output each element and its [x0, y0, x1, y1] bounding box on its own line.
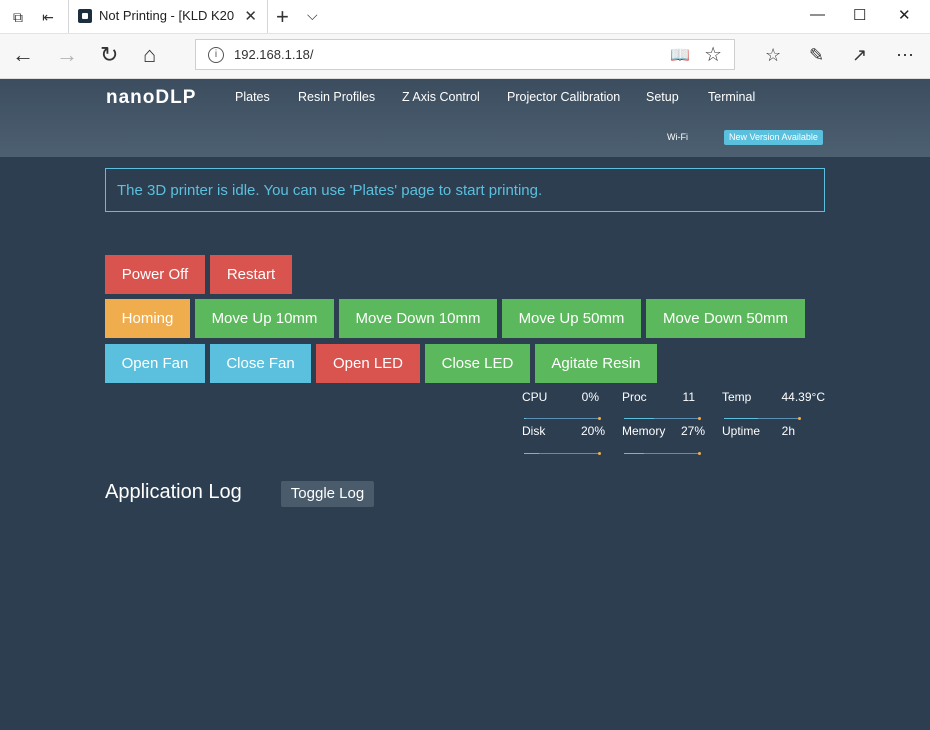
temp-value: 44.39°C: [781, 390, 826, 404]
proc-value: 11: [682, 390, 695, 404]
chevron-down-icon[interactable]: ⌵: [307, 7, 318, 24]
status-alert: The 3D printer is idle. You can use 'Pla…: [105, 168, 825, 212]
uptime-value: 2h: [781, 424, 795, 438]
temp-bar: [724, 417, 801, 420]
back-icon[interactable]: ←: [12, 43, 34, 67]
home-icon[interactable]: ⌂: [143, 43, 156, 67]
nav-z-axis-control[interactable]: Z Axis Control: [402, 90, 480, 104]
open-led-button[interactable]: Open LED: [316, 344, 420, 383]
minimize-icon[interactable]: —: [810, 6, 825, 23]
forward-icon[interactable]: →: [56, 43, 78, 67]
status-message: The 3D printer is idle. You can use 'Pla…: [117, 182, 543, 199]
tab-title: Not Printing - [KLD K20: [99, 8, 235, 23]
nav-resin-profiles[interactable]: Resin Profiles: [298, 90, 375, 104]
cpu-value: 0%: [581, 390, 599, 404]
nav-projector-calibration[interactable]: Projector Calibration: [507, 90, 620, 104]
nanodlp-logo[interactable]: nanoDLP: [106, 87, 196, 109]
info-icon[interactable]: i: [208, 47, 224, 63]
memory-label: Memory: [622, 424, 666, 438]
nav-terminal[interactable]: Terminal: [708, 90, 755, 104]
more-icon[interactable]: ⋯: [896, 43, 914, 67]
url-text[interactable]: 192.168.1.18/: [234, 47, 314, 62]
memory-bar: [624, 452, 701, 455]
toggle-log-button[interactable]: Toggle Log: [281, 481, 374, 507]
new-tab-icon[interactable]: +: [276, 4, 289, 30]
move-down-10mm-button[interactable]: Move Down 10mm: [339, 299, 497, 338]
favorite-star-icon[interactable]: ☆: [704, 42, 722, 67]
disk-label: Disk: [522, 424, 546, 438]
favorites-icon[interactable]: ☆: [765, 43, 781, 67]
move-up-50mm-button[interactable]: Move Up 50mm: [502, 299, 641, 338]
tabs-aside-icon[interactable]: ⧉: [10, 9, 26, 25]
move-up-10mm-button[interactable]: Move Up 10mm: [195, 299, 334, 338]
pen-icon[interactable]: ✎: [809, 43, 824, 67]
refresh-icon[interactable]: ↻: [100, 43, 118, 67]
address-bar[interactable]: i 192.168.1.18/ 📖 ☆: [195, 39, 735, 70]
close-tab-icon[interactable]: ✕: [244, 7, 257, 25]
reading-view-icon[interactable]: 📖: [670, 45, 690, 65]
close-fan-button[interactable]: Close Fan: [210, 344, 311, 383]
nav-plates[interactable]: Plates: [235, 90, 270, 104]
new-version-badge[interactable]: New Version Available: [724, 130, 823, 145]
maximize-icon[interactable]: ☐: [853, 6, 866, 24]
disk-bar: [524, 452, 601, 455]
close-led-button[interactable]: Close LED: [425, 344, 530, 383]
power-off-button[interactable]: Power Off: [105, 255, 205, 294]
homing-button[interactable]: Homing: [105, 299, 190, 338]
disk-value: 20%: [580, 424, 605, 438]
wifi-link[interactable]: Wi-Fi: [667, 132, 688, 142]
set-aside-tabs-icon[interactable]: ⇤: [40, 9, 56, 25]
browser-tab[interactable]: Not Printing - [KLD K20 ✕: [68, 0, 268, 33]
proc-bar: [624, 417, 701, 420]
open-fan-button[interactable]: Open Fan: [105, 344, 205, 383]
cpu-label: CPU: [522, 390, 548, 404]
application-log-title: Application Log: [105, 481, 242, 503]
browser-tab-bar: ⧉ ⇤ Not Printing - [KLD K20 ✕ + ⌵ — ☐ ✕: [0, 0, 930, 34]
restart-button[interactable]: Restart: [210, 255, 292, 294]
share-icon[interactable]: ↗: [852, 43, 867, 67]
move-down-50mm-button[interactable]: Move Down 50mm: [646, 299, 805, 338]
proc-label: Proc: [622, 390, 647, 404]
agitate-resin-button[interactable]: Agitate Resin: [535, 344, 657, 383]
app-navbar: nanoDLP Plates Resin Profiles Z Axis Con…: [0, 79, 930, 157]
nav-setup[interactable]: Setup: [646, 90, 679, 104]
site-favicon-icon: [78, 9, 92, 23]
temp-label: Temp: [722, 390, 752, 404]
close-window-icon[interactable]: ✕: [898, 6, 911, 24]
browser-toolbar: ← → ↻ ⌂ i 192.168.1.18/ 📖 ☆ ☆ ✎ ↗ ⋯: [0, 34, 930, 79]
memory-value: 27%: [680, 424, 705, 438]
cpu-bar: [524, 417, 601, 420]
